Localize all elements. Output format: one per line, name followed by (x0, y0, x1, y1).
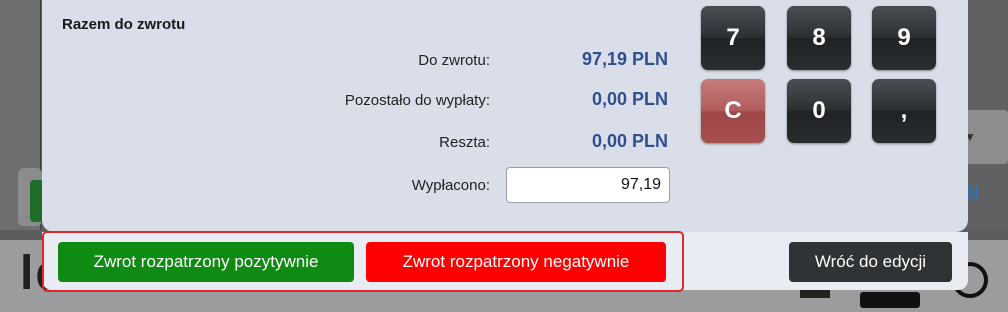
positive-refund-button[interactable]: Zwrot rozpatrzony pozytywnie (58, 242, 354, 282)
remaining-value: 0,00 PLN (591, 89, 668, 109)
key-9[interactable]: 9 (872, 6, 936, 70)
back-to-edit-button[interactable]: Wróć do edycji (789, 242, 952, 282)
background-card-icon (860, 292, 920, 308)
change-value: 0,00 PLN (591, 131, 668, 151)
change-label: Reszta: (439, 134, 490, 151)
to-refund-label: Do zwrotu: (418, 52, 490, 69)
negative-refund-button[interactable]: Zwrot rozpatrzony negatywnie (366, 242, 666, 282)
dialog-title: Razem do zwrotu (62, 16, 186, 33)
paid-input[interactable] (506, 167, 670, 203)
paid-label: Wypłacono: (411, 177, 490, 194)
key-comma[interactable]: , (872, 79, 936, 143)
key-clear[interactable]: C (701, 79, 765, 143)
key-7[interactable]: 7 (701, 6, 765, 70)
to-refund-value: 97,19 PLN (581, 49, 668, 69)
key-0[interactable]: 0 (787, 79, 851, 143)
key-8[interactable]: 8 (787, 6, 851, 70)
remaining-label: Pozostało do wypłaty: (344, 92, 490, 109)
